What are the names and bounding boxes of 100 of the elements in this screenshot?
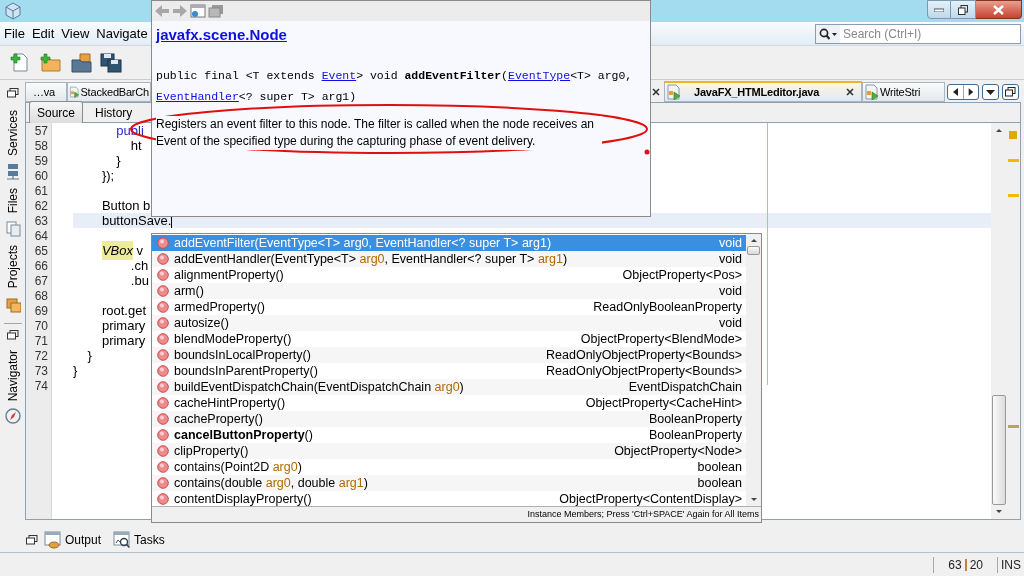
browser-window-icon[interactable]	[190, 4, 206, 18]
code-text: ht	[130, 137, 142, 155]
editor-mode-tab[interactable]: History	[87, 100, 141, 125]
close-icon[interactable]	[652, 88, 660, 96]
method-icon	[157, 349, 169, 361]
restore-window-icon[interactable]	[6, 88, 19, 98]
line-number: 60	[33, 167, 49, 185]
line-number: 64	[33, 227, 49, 245]
editor-tab[interactable]: StackedBarCh	[67, 82, 151, 102]
line-number: 61	[33, 182, 49, 200]
scrollbar-thumb[interactable]	[991, 395, 1006, 505]
line-number: 62	[33, 197, 49, 215]
menu-item[interactable]: File	[4, 23, 25, 44]
line-number: 68	[33, 287, 49, 305]
method-icon	[157, 301, 169, 313]
line-number: 69	[33, 302, 49, 320]
code-text: }	[116, 151, 121, 170]
side-tab[interactable]: Navigator	[4, 345, 21, 430]
editor-mode-tab[interactable]: Source	[29, 100, 84, 125]
completion-item[interactable]: addEventHandler(EventType<T> arg0, EventHandler<? super T> arg1) void	[152, 251, 746, 267]
restore-window-icon[interactable]	[6, 329, 19, 340]
line-number: 73	[33, 362, 49, 380]
method-icon	[157, 413, 169, 425]
caret-marker[interactable]	[1007, 425, 1019, 428]
side-tab[interactable]: Files	[4, 184, 21, 242]
method-icon	[157, 253, 169, 265]
completion-hint: Instance Members; Press 'Ctrl+SPACE' Again for All Items	[527, 507, 759, 521]
editor-tab[interactable]: …va	[25, 82, 67, 102]
minimize-icon	[934, 7, 944, 12]
code-text: root.get	[101, 301, 146, 320]
method-icon	[157, 365, 169, 377]
method-icon	[157, 493, 169, 505]
completion-item[interactable]: contains(double arg0, double arg1) boolean	[152, 475, 746, 491]
menu-item[interactable]: Navigate	[96, 23, 148, 44]
search-box[interactable]: Search (Ctrl+I)	[815, 23, 1021, 44]
completion-item[interactable]: boundsInLocalProperty() ReadOnlyObjectProperty<Bounds>	[152, 347, 746, 363]
panel-tab[interactable]: Tasks	[113, 531, 165, 549]
type-link[interactable]: EventType	[508, 68, 571, 82]
code-text: }	[73, 361, 78, 380]
type-link[interactable]: Event	[321, 68, 357, 82]
editor-tab[interactable]: JavaFX_HTMLeditor.java	[664, 81, 862, 102]
warning-marker[interactable]	[1009, 131, 1017, 139]
method-icon	[157, 477, 169, 489]
side-tab[interactable]: Services	[4, 106, 21, 184]
close-button[interactable]	[976, 0, 1022, 19]
line-number: 58	[33, 137, 49, 155]
line-number: 71	[33, 332, 49, 350]
open-folder-icon[interactable]	[70, 51, 92, 74]
restore-window-icon[interactable]	[26, 535, 38, 545]
scrollbar-thumb[interactable]	[747, 246, 760, 255]
completion-item[interactable]: cacheProperty() BooleanProperty	[152, 411, 746, 427]
method-signature: EventHandler<? super T> arg1)	[156, 88, 358, 105]
line-number: 63	[33, 212, 49, 230]
panel-tab[interactable]: Output	[44, 531, 102, 549]
method-icon	[157, 333, 169, 345]
editor-tab[interactable]: WriteStri	[862, 82, 945, 102]
restore-window-icon[interactable]	[1003, 85, 1018, 99]
line-number: 70	[33, 317, 49, 335]
completion-item[interactable]: autosize() void	[152, 315, 746, 331]
restore-button[interactable]	[951, 0, 976, 19]
side-tab[interactable]: Projects	[4, 241, 21, 317]
line-number: 72	[33, 347, 49, 365]
insert-mode-status: INS	[1000, 556, 1022, 574]
column-number-status: 20	[969, 556, 983, 574]
line-number: 65	[33, 242, 49, 260]
completion-item[interactable]: clipProperty() ObjectProperty<Node>	[152, 443, 746, 459]
warning-marker[interactable]	[1007, 194, 1019, 197]
files-icon	[4, 220, 21, 238]
projects-icon	[4, 295, 21, 313]
line-number: 67	[33, 272, 49, 290]
search-icon[interactable]	[819, 27, 837, 40]
method-description: Registers an event filter to this node. The filter is called when the node receives an Event of the specified type during the capturing phase of event delivery.	[156, 115, 602, 150]
vertical-scrollbar[interactable]	[991, 123, 1006, 519]
code-text: primary	[101, 332, 146, 350]
app-icon	[5, 2, 21, 20]
completion-item[interactable]: arm() void	[152, 283, 746, 299]
completion-item[interactable]: buildEventDispatchChain(EventDispatchChain arg0) EventDispatchChain	[152, 379, 746, 395]
navigator-icon	[4, 408, 21, 426]
method-icon	[157, 381, 169, 393]
line-number-status: 63	[948, 556, 962, 574]
code-text: VBox	[101, 240, 133, 261]
code-text: primary	[101, 317, 146, 335]
close-icon[interactable]	[846, 88, 854, 96]
window-icon[interactable]	[208, 4, 224, 18]
method-signature: public final <T extends Event> void addEventFilter(EventType<T> arg0,	[156, 67, 634, 84]
method-icon	[157, 445, 169, 457]
tasks-window-icon	[113, 531, 132, 549]
warning-marker[interactable]	[1007, 159, 1019, 162]
menu-item[interactable]: View	[61, 23, 90, 44]
class-link[interactable]: javafx.scene.Node	[156, 24, 287, 47]
line-number: 57	[33, 123, 49, 140]
method-icon	[157, 461, 169, 473]
type-link[interactable]: EventHandler	[156, 89, 239, 103]
menu-item[interactable]: Edit	[31, 23, 55, 44]
method-icon	[157, 429, 169, 441]
method-icon	[157, 269, 169, 281]
save-all-icon[interactable]	[100, 51, 122, 74]
vertical-scrollbar[interactable]	[746, 234, 761, 506]
new-project-icon[interactable]	[40, 51, 62, 74]
line-number: 59	[33, 152, 49, 170]
